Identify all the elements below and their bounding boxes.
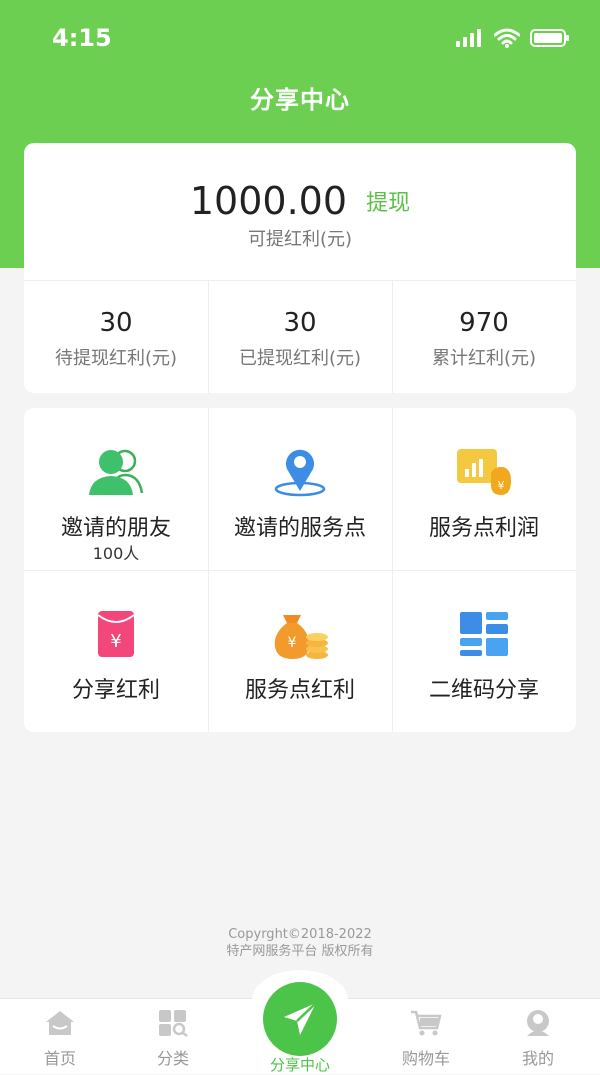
withdraw-button[interactable]: 提现 <box>366 191 410 216</box>
tab-label: 分类 <box>156 1049 189 1068</box>
grid-item-count: 100人 <box>92 544 140 563</box>
copyright-owner: 特产网服务平台 版权所有 <box>226 944 374 959</box>
grid-item-share-bonus[interactable]: ¥ 分享红利 <box>24 570 208 732</box>
profit-icon: ¥ <box>454 444 514 500</box>
grid-item-label: 邀请的服务点 <box>233 516 366 541</box>
svg-text:¥: ¥ <box>498 479 505 492</box>
feature-grid: 邀请的朋友 100人 邀请的服务点 ¥ 服务点利润 ¥ 分享红利 ¥ 服务点红利… <box>24 408 576 732</box>
copyright-text: Copyrght©2018-2022 <box>228 927 372 942</box>
page-title: 分享中心 <box>250 86 350 114</box>
grid-item-invited-service-points[interactable]: 邀请的服务点 <box>208 408 392 570</box>
signal-icon <box>456 29 481 47</box>
stat-pending[interactable]: 30 待提现红利(元) <box>24 280 208 393</box>
grid-item-service-point-profit[interactable]: ¥ 服务点利润 <box>392 408 576 570</box>
tab-profile[interactable]: 我的 <box>478 1009 598 1069</box>
tab-label: 购物车 <box>401 1049 450 1068</box>
tab-label: 首页 <box>43 1049 76 1068</box>
status-time: 4:15 <box>52 24 112 52</box>
status-icons <box>456 28 570 48</box>
available-amount: 1000.00 <box>189 179 348 223</box>
money-bag-icon: ¥ <box>270 606 330 662</box>
stat-label: 累计红利(元) <box>431 348 537 369</box>
wifi-icon <box>494 28 520 48</box>
grid-item-service-point-bonus[interactable]: ¥ 服务点红利 <box>208 570 392 732</box>
battery-icon <box>530 29 569 47</box>
tab-home[interactable]: 首页 <box>0 1009 120 1069</box>
svg-text:¥: ¥ <box>288 635 297 651</box>
stat-total[interactable]: 970 累计红利(元) <box>392 280 576 393</box>
amount-row: 1000.00 提现 <box>24 179 576 223</box>
tab-category[interactable]: 分类 <box>113 1009 233 1069</box>
tab-label: 我的 <box>521 1049 554 1068</box>
tab-share-center[interactable] <box>263 982 337 1056</box>
stat-value: 970 <box>459 308 509 338</box>
available-label: 可提红利(元) <box>247 229 353 250</box>
grid-item-label: 邀请的朋友 <box>60 516 171 541</box>
home-icon <box>46 1011 74 1035</box>
grid-item-label: 服务点红利 <box>244 678 355 703</box>
category-icon <box>159 1010 188 1037</box>
grid-item-label: 分享红利 <box>71 678 160 703</box>
cart-icon <box>411 1010 442 1036</box>
stat-label: 待提现红利(元) <box>54 348 178 369</box>
stat-value: 30 <box>283 308 317 338</box>
friends-icon <box>86 444 146 500</box>
red-packet-icon: ¥ <box>86 606 146 662</box>
stat-withdrawn[interactable]: 30 已提现红利(元) <box>208 280 392 393</box>
stat-label: 已提现红利(元) <box>238 348 362 369</box>
tab-cart[interactable]: 购物车 <box>366 1009 486 1069</box>
qrcode-icon <box>454 606 514 662</box>
grid-item-label: 服务点利润 <box>428 516 539 541</box>
stat-value: 30 <box>99 308 133 338</box>
tab-label-share-center[interactable]: 分享中心 <box>240 1054 360 1075</box>
copyright: Copyrght©2018-2022 特产网服务平台 版权所有 <box>0 926 600 960</box>
grid-item-label: 二维码分享 <box>428 678 539 703</box>
location-icon <box>270 444 330 500</box>
svg-text:¥: ¥ <box>110 631 121 652</box>
earnings-summary-card: 1000.00 提现 可提红利(元) 30 待提现红利(元) 30 已提现红利(… <box>24 143 576 393</box>
grid-item-invited-friends[interactable]: 邀请的朋友 100人 <box>24 408 208 570</box>
status-bar: 4:15 <box>0 0 600 78</box>
send-icon <box>284 1002 317 1035</box>
profile-icon <box>527 1010 549 1036</box>
grid-item-qrcode-share[interactable]: 二维码分享 <box>392 570 576 732</box>
